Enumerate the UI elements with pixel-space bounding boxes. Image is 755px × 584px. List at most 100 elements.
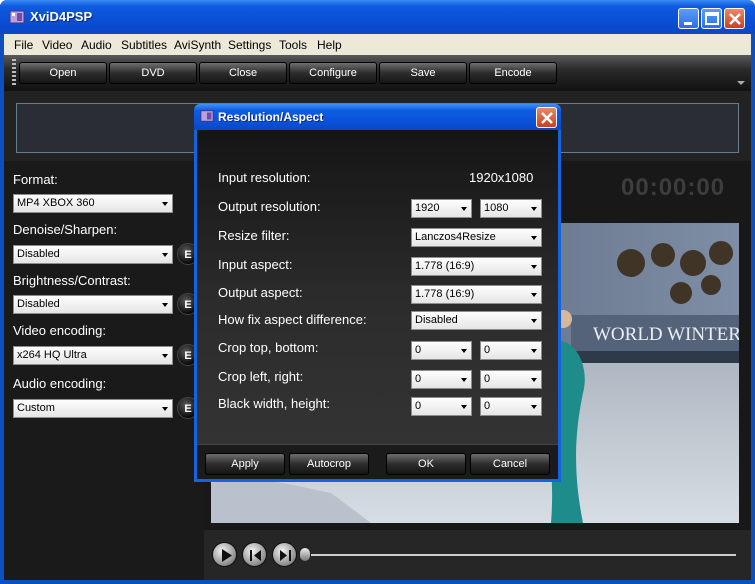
seek-thumb[interactable] (299, 547, 311, 562)
resolution-aspect-dialog: Resolution/Aspect Input resolution: 1920… (194, 104, 561, 482)
chevron-down-icon (461, 349, 467, 353)
black-width-value: 0 (415, 400, 422, 412)
ok-button[interactable]: OK (386, 453, 466, 475)
resize-filter-value: Lanczos4Resize (415, 231, 496, 243)
black-height-value: 0 (484, 400, 491, 412)
title-bar[interactable]: XviD4PSP (0, 0, 755, 34)
dialog-title: Resolution/Aspect (218, 110, 324, 124)
output-width-value: 1920 (415, 202, 440, 214)
aspect-fix-select[interactable]: Disabled (411, 311, 542, 330)
timecode-display: 00:00:00 (621, 174, 726, 201)
format-select[interactable]: MP4 XBOX 360 (13, 194, 173, 213)
forward-icon (280, 550, 291, 561)
chevron-down-icon (531, 405, 537, 409)
menu-help[interactable]: Help (317, 38, 342, 52)
crop-right-value: 0 (484, 373, 491, 385)
crop-top-select[interactable]: 0 (411, 341, 472, 360)
chevron-down-icon (531, 207, 537, 211)
output-width-select[interactable]: 1920 (411, 199, 472, 218)
output-height-select[interactable]: 1080 (480, 199, 542, 218)
autocrop-button[interactable]: Autocrop (289, 453, 369, 475)
dialog-close-button[interactable] (536, 107, 557, 128)
dialog-body: Input resolution: 1920x1080 Output resol… (197, 130, 558, 479)
apply-button[interactable]: Apply (205, 453, 285, 475)
crop-left-select[interactable]: 0 (411, 370, 472, 389)
crop-left-value: 0 (415, 373, 422, 385)
menu-file[interactable]: File (14, 38, 33, 52)
output-aspect-label: Output aspect: (218, 285, 303, 300)
save-button[interactable]: Save (379, 62, 467, 84)
brightness-select[interactable]: Disabled (13, 295, 173, 314)
maximize-icon (705, 12, 719, 25)
toolbar-grip[interactable] (12, 59, 16, 87)
brightness-select-value: Disabled (17, 298, 60, 310)
input-aspect-label: Input aspect: (218, 257, 293, 272)
input-aspect-value: 1.778 (16:9) (415, 260, 475, 272)
audio-encoding-select[interactable]: Custom (13, 399, 173, 418)
chevron-down-icon (162, 354, 168, 358)
menu-settings[interactable]: Settings (228, 38, 271, 52)
chevron-down-icon (531, 265, 537, 269)
frame-back-button[interactable] (242, 542, 267, 567)
menu-audio[interactable]: Audio (81, 38, 112, 52)
maximize-button[interactable] (701, 8, 722, 29)
chevron-down-icon (461, 207, 467, 211)
input-resolution-value: 1920x1080 (469, 170, 534, 185)
close-button[interactable] (724, 8, 745, 29)
input-aspect-select[interactable]: 1.778 (16:9) (411, 257, 542, 276)
output-height-value: 1080 (484, 202, 509, 214)
menu-tools[interactable]: Tools (279, 38, 307, 52)
black-width-height-label: Black width, height: (218, 396, 331, 411)
menu-video[interactable]: Video (42, 38, 72, 52)
dialog-button-bar: Apply Autocrop OK Cancel (197, 444, 558, 479)
black-height-select[interactable]: 0 (480, 397, 542, 416)
black-width-select[interactable]: 0 (411, 397, 472, 416)
play-button[interactable] (212, 542, 237, 567)
crop-bottom-value: 0 (484, 344, 491, 356)
chevron-down-icon (162, 253, 168, 257)
aspect-fix-label: How fix aspect difference: (218, 312, 367, 327)
frame-forward-button[interactable] (272, 542, 297, 567)
minimize-icon (684, 22, 692, 25)
chevron-down-icon (531, 349, 537, 353)
output-aspect-value: 1.778 (16:9) (415, 288, 475, 300)
app-icon (9, 10, 25, 24)
video-encoding-select[interactable]: x264 HQ Ultra (13, 346, 173, 365)
minimize-button[interactable] (678, 8, 699, 29)
chevron-down-icon (162, 202, 168, 206)
cancel-button[interactable]: Cancel (470, 453, 550, 475)
menu-avisynth[interactable]: AviSynth (174, 38, 221, 52)
menu-bar: File Video Audio Subtitles AviSynth Sett… (4, 34, 751, 55)
denoise-select[interactable]: Disabled (13, 245, 173, 264)
toolbar-overflow-icon[interactable] (737, 81, 745, 85)
seek-track[interactable] (308, 554, 736, 556)
chevron-down-icon (461, 378, 467, 382)
output-aspect-select[interactable]: 1.778 (16:9) (411, 285, 542, 304)
encode-button[interactable]: Encode (469, 62, 557, 84)
close-icon (729, 13, 741, 25)
menu-subtitles[interactable]: Subtitles (121, 38, 167, 52)
banner-text: WORLD WINTERS (593, 324, 739, 345)
audio-encoding-value: Custom (17, 402, 55, 414)
resize-filter-label: Resize filter: (218, 228, 290, 243)
app-icon (200, 110, 214, 122)
settings-panel: Format: MP4 XBOX 360 Denoise/Sharpen: Di… (4, 161, 204, 580)
crop-top-value: 0 (415, 344, 422, 356)
dialog-title-bar[interactable]: Resolution/Aspect (194, 104, 561, 130)
format-select-value: MP4 XBOX 360 (17, 197, 95, 209)
configure-button[interactable]: Configure (289, 62, 377, 84)
crop-left-right-label: Crop left, right: (218, 369, 304, 384)
crop-right-select[interactable]: 0 (480, 370, 542, 389)
input-resolution-label: Input resolution: (218, 170, 311, 185)
open-button[interactable]: Open (19, 62, 107, 84)
transport-bar (204, 530, 751, 580)
chevron-down-icon (162, 407, 168, 411)
chevron-down-icon (461, 405, 467, 409)
denoise-label: Denoise/Sharpen: (13, 222, 118, 237)
crop-top-bottom-label: Crop top, bottom: (218, 340, 319, 355)
crop-bottom-select[interactable]: 0 (480, 341, 542, 360)
close-icon (541, 112, 553, 124)
close-file-button[interactable]: Close (199, 62, 287, 84)
resize-filter-select[interactable]: Lanczos4Resize (411, 228, 542, 247)
dvd-button[interactable]: DVD (109, 62, 197, 84)
